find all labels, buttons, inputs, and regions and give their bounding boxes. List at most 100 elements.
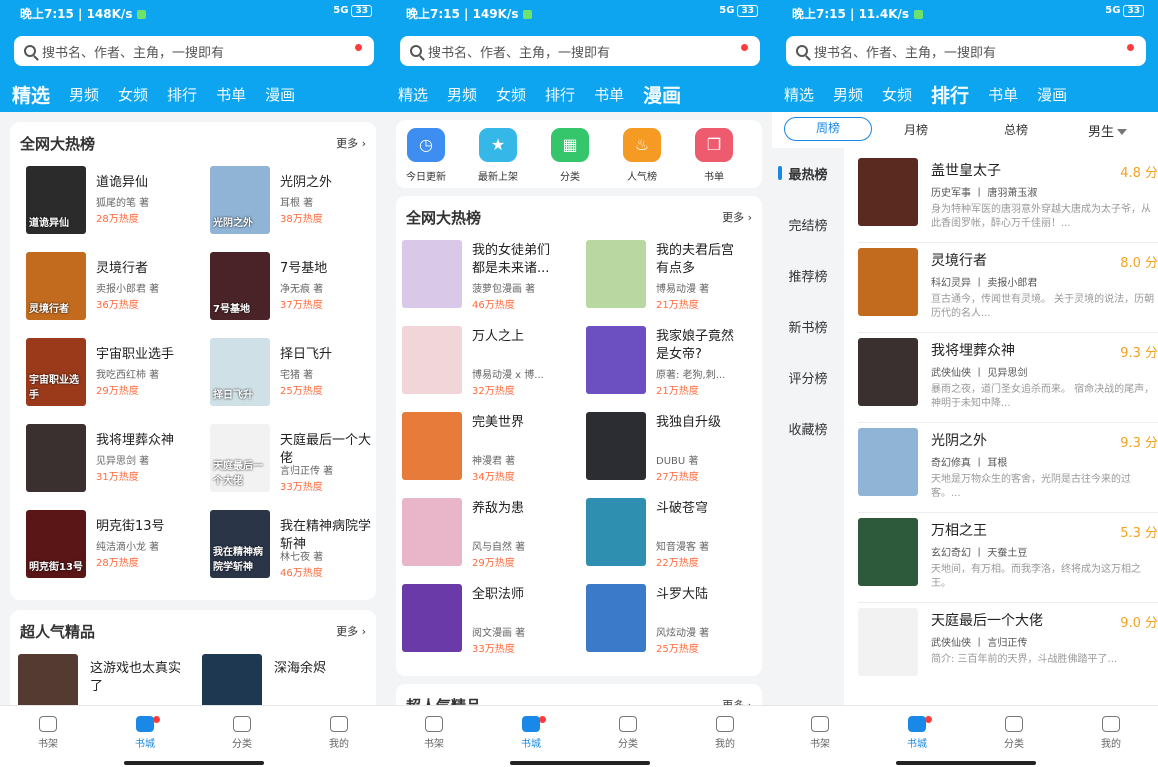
nav-1[interactable]: 书城 [115, 712, 175, 750]
subtab-0[interactable]: 周榜 [784, 117, 872, 141]
tab-2[interactable]: 女频 [882, 84, 912, 108]
icon-label[interactable]: 今日更新 [396, 168, 456, 183]
tab-3[interactable]: 排行 [931, 81, 969, 108]
nav-2[interactable]: 分类 [598, 712, 658, 750]
nav-3[interactable]: 我的 [1081, 712, 1141, 750]
sidebar-item-0[interactable]: 最热榜 [772, 164, 844, 183]
book-cover[interactable]: 灵境行者 [26, 252, 86, 320]
book-cover[interactable]: 明克街13号 [26, 510, 86, 578]
comic-cover[interactable] [586, 240, 646, 308]
book-cover[interactable]: 我在精神病院学斩神 [210, 510, 270, 578]
book-cover[interactable]: 光阴之外 [210, 166, 270, 234]
tab-5[interactable]: 漫画 [1037, 84, 1067, 108]
book-title[interactable]: 择日飞升 [280, 346, 380, 364]
comic-cover[interactable] [586, 584, 646, 652]
book-title[interactable]: 光阴之外 [931, 430, 987, 450]
comic-title[interactable]: 我家娘子竟然是女帝? [656, 328, 746, 364]
book-title[interactable]: 灵境行者 [931, 250, 987, 270]
comic-cover[interactable] [402, 240, 462, 308]
tab-4[interactable]: 书单 [988, 84, 1018, 108]
book-cover[interactable] [858, 428, 918, 496]
comic-cover[interactable] [402, 584, 462, 652]
tab-5[interactable]: 漫画 [643, 81, 681, 108]
book-title[interactable]: 深海余烬 [274, 660, 370, 678]
nav-1[interactable]: 书城 [887, 712, 947, 750]
book-cover[interactable] [858, 248, 918, 316]
tab-4[interactable]: 书单 [594, 84, 624, 108]
gender-select[interactable]: 男生 [1088, 121, 1128, 140]
icon-label[interactable]: 分类 [540, 168, 600, 183]
icon-label[interactable]: 最新上架 [468, 168, 528, 183]
book-title[interactable]: 明克街13号 [96, 518, 196, 536]
book-cover[interactable]: 7号基地 [210, 252, 270, 320]
more-link[interactable]: 更多 › [336, 135, 366, 151]
sidebar-item-4[interactable]: 评分榜 [772, 368, 844, 387]
book-title[interactable]: 光阴之外 [280, 174, 380, 192]
comic-title[interactable]: 完美世界 [472, 414, 562, 450]
comic-title[interactable]: 养敌为患 [472, 500, 562, 536]
book-title[interactable]: 盖世皇太子 [931, 160, 1001, 180]
comic-title[interactable]: 我的女徒弟们都是未来诸... [472, 242, 562, 278]
comic-cover[interactable] [402, 498, 462, 566]
nav-1[interactable]: 书城 [501, 712, 561, 750]
nav-2[interactable]: 分类 [212, 712, 272, 750]
tab-1[interactable]: 男频 [69, 84, 99, 108]
comic-title[interactable]: 万人之上 [472, 328, 562, 364]
tab-0[interactable]: 精选 [12, 81, 50, 108]
comic-title[interactable]: 我独自升级 [656, 414, 746, 450]
sidebar-item-2[interactable]: 推荐榜 [772, 266, 844, 285]
book-cover[interactable]: 天庭最后一个大佬 [210, 424, 270, 492]
book-title[interactable]: 灵境行者 [96, 260, 196, 278]
book-cover[interactable] [858, 608, 918, 676]
comic-cover[interactable] [586, 498, 646, 566]
tab-2[interactable]: 女频 [496, 84, 526, 108]
tab-0[interactable]: 精选 [398, 84, 428, 108]
clock-icon[interactable]: ◷ [407, 128, 445, 162]
tab-0[interactable]: 精选 [784, 84, 814, 108]
book-icon[interactable]: ❐ [695, 128, 733, 162]
book-cover[interactable]: 道诡异仙 [26, 166, 86, 234]
flame-icon[interactable]: ♨ [623, 128, 661, 162]
book-title[interactable]: 万相之王 [931, 520, 987, 540]
comic-cover[interactable] [402, 412, 462, 480]
book-title[interactable]: 我将埋葬众神 [96, 432, 196, 450]
book-cover[interactable] [858, 158, 918, 226]
comic-title[interactable]: 全职法师 [472, 586, 562, 622]
book-title[interactable]: 宇宙职业选手 [96, 346, 196, 364]
book-cover[interactable]: 宇宙职业选手 [26, 338, 86, 406]
book-title[interactable]: 我将埋葬众神 [931, 340, 1015, 360]
book-cover[interactable] [858, 338, 918, 406]
book-cover[interactable] [26, 424, 86, 492]
sidebar-item-5[interactable]: 收藏榜 [772, 419, 844, 438]
tab-4[interactable]: 书单 [216, 84, 246, 108]
search-input[interactable]: 搜书名、作者、主角，一搜即有 [400, 36, 760, 66]
nav-0[interactable]: 书架 [790, 712, 850, 750]
tab-1[interactable]: 男频 [447, 84, 477, 108]
book-title[interactable]: 7号基地 [280, 260, 380, 278]
nav-0[interactable]: 书架 [18, 712, 78, 750]
book-cover[interactable]: 择日飞升 [210, 338, 270, 406]
more-link[interactable]: 更多 › [722, 209, 752, 225]
comic-cover[interactable] [586, 326, 646, 394]
tab-3[interactable]: 排行 [167, 84, 197, 108]
comic-cover[interactable] [402, 326, 462, 394]
nav-2[interactable]: 分类 [984, 712, 1044, 750]
icon-label[interactable]: 书单 [684, 168, 744, 183]
tab-1[interactable]: 男频 [833, 84, 863, 108]
nav-3[interactable]: 我的 [309, 712, 369, 750]
book-cover[interactable] [858, 518, 918, 586]
comic-title[interactable]: 我的夫君后宫有点多 [656, 242, 746, 278]
nav-0[interactable]: 书架 [404, 712, 464, 750]
book-title[interactable]: 这游戏也太真实了 [90, 660, 186, 696]
sidebar-item-3[interactable]: 新书榜 [772, 317, 844, 336]
icon-label[interactable]: 人气榜 [612, 168, 672, 183]
comic-title[interactable]: 斗破苍穹 [656, 500, 746, 536]
search-input[interactable]: 搜书名、作者、主角，一搜即有 [786, 36, 1146, 66]
subtab-1[interactable]: 月榜 [904, 121, 928, 138]
book-title[interactable]: 道诡异仙 [96, 174, 196, 192]
book-title[interactable]: 天庭最后一个大佬 [931, 610, 1043, 630]
search-input[interactable]: 搜书名、作者、主角，一搜即有 [14, 36, 374, 66]
sidebar-item-1[interactable]: 完结榜 [772, 215, 844, 234]
grid-icon[interactable]: ▦ [551, 128, 589, 162]
comic-title[interactable]: 斗罗大陆 [656, 586, 746, 622]
